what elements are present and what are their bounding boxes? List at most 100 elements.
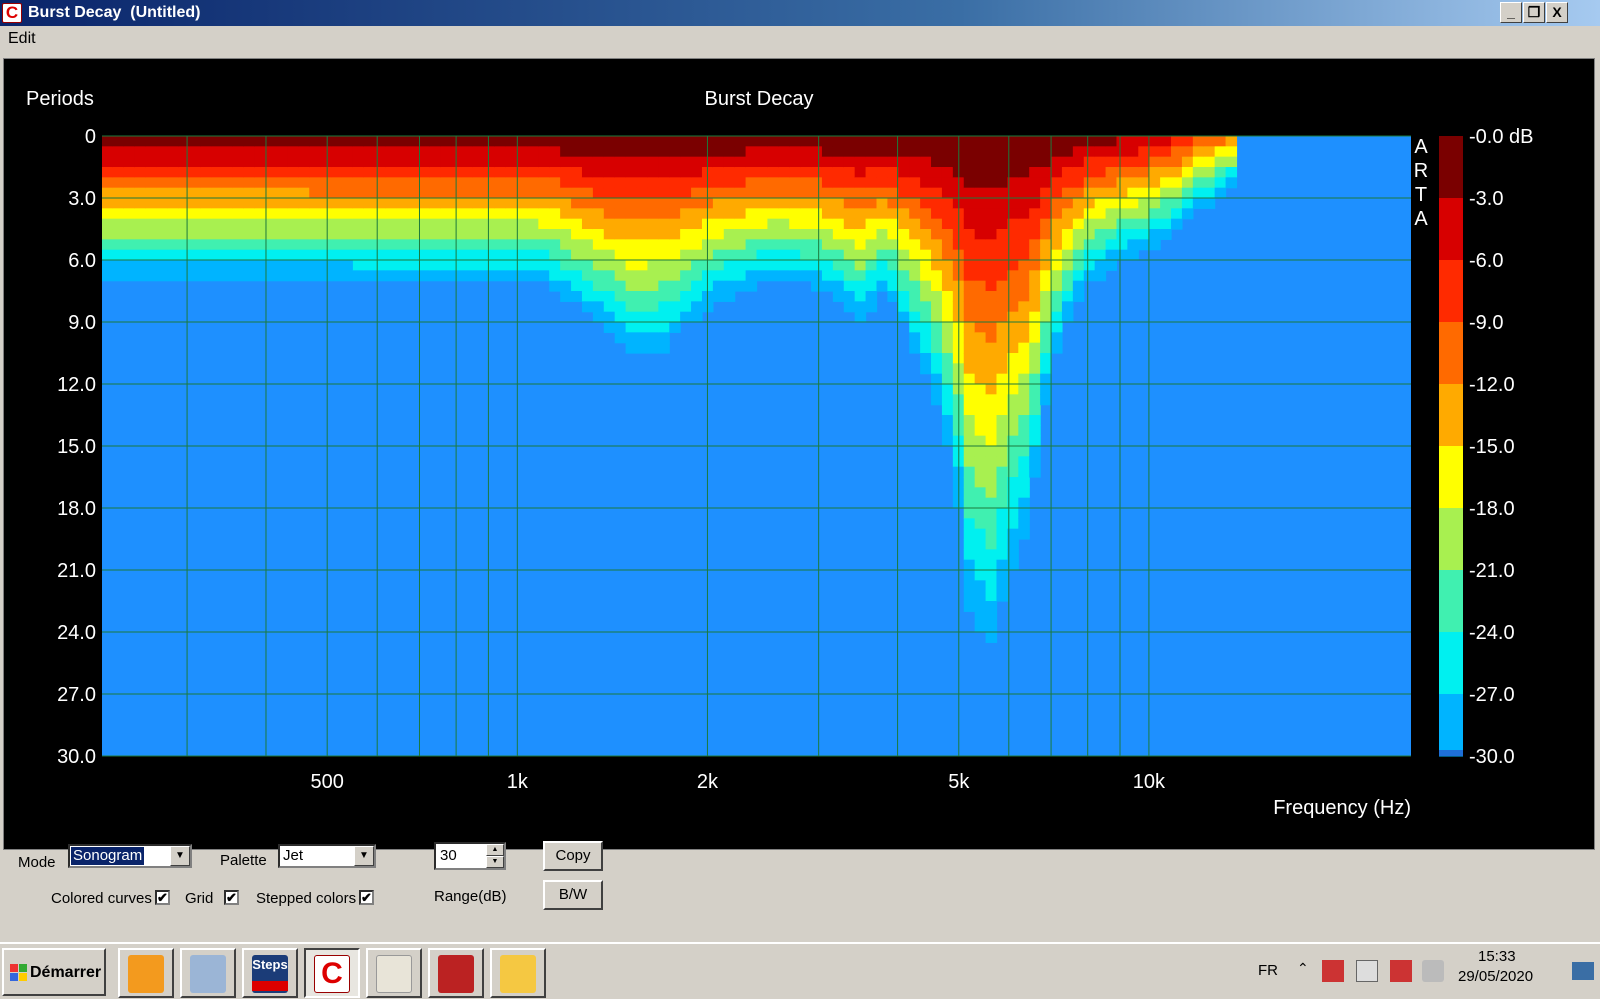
sonogram-cell bbox=[560, 218, 572, 230]
network-icon[interactable] bbox=[1322, 960, 1344, 982]
taskbar-arta[interactable]: C bbox=[304, 948, 360, 998]
sonogram-cell bbox=[1105, 187, 1118, 199]
sonogram-cell bbox=[1061, 146, 1074, 158]
sonogram-cell bbox=[112, 208, 125, 220]
sonogram-cell bbox=[592, 198, 605, 209]
sonogram-cell bbox=[211, 239, 223, 251]
sonogram-cell bbox=[985, 466, 998, 478]
sonogram-cell bbox=[1105, 167, 1118, 178]
sonogram-cell bbox=[647, 239, 659, 251]
chevron-up-icon[interactable]: ⌃ bbox=[1297, 960, 1309, 977]
sonogram-cell bbox=[756, 156, 769, 168]
sonogram-cell bbox=[996, 239, 1008, 251]
sonogram-cell bbox=[167, 229, 179, 240]
sonogram-cell bbox=[1029, 311, 1041, 323]
bw-button[interactable]: B/W bbox=[543, 880, 603, 910]
sonogram-cell bbox=[1040, 332, 1052, 344]
chevron-down-icon[interactable]: ▼ bbox=[170, 846, 190, 866]
sonogram-cell bbox=[505, 239, 518, 251]
sonogram-cell bbox=[189, 156, 201, 168]
spin-down-icon[interactable]: ▼ bbox=[486, 856, 504, 868]
sonogram-cell bbox=[1040, 384, 1052, 395]
range-stepper[interactable]: 30 ▲ ▼ bbox=[434, 842, 506, 870]
calculator-icon bbox=[190, 955, 226, 993]
sonogram-cell bbox=[625, 198, 638, 209]
sonogram-cell bbox=[941, 198, 954, 209]
sonogram-cell bbox=[385, 156, 398, 168]
sonogram-cell bbox=[287, 198, 299, 209]
sonogram-cell bbox=[483, 260, 496, 271]
sonogram-cell bbox=[483, 239, 496, 251]
clock-time[interactable]: 15:33 bbox=[1478, 948, 1516, 965]
sonogram-cell bbox=[821, 177, 834, 189]
sonogram-cell bbox=[963, 590, 976, 602]
flag-icon[interactable] bbox=[1356, 960, 1378, 982]
sonogram-cell bbox=[505, 229, 518, 240]
sonogram-cell bbox=[1138, 136, 1150, 147]
sonogram-cell bbox=[909, 239, 921, 251]
sonogram-cell bbox=[625, 280, 638, 292]
taskbar-media-player[interactable] bbox=[118, 948, 174, 998]
sonogram-cell bbox=[898, 146, 910, 158]
sonogram-cell bbox=[723, 177, 736, 189]
sonogram-cell bbox=[472, 270, 485, 282]
sonogram-cell bbox=[658, 167, 670, 178]
sonogram-cell bbox=[691, 167, 703, 178]
sonogram-cell bbox=[200, 229, 212, 240]
sonogram-cell bbox=[112, 229, 125, 240]
sonogram-cell bbox=[1018, 249, 1030, 261]
sonogram-cell bbox=[200, 249, 212, 261]
sonogram-cell bbox=[1138, 187, 1150, 199]
spin-up-icon[interactable]: ▲ bbox=[486, 844, 504, 856]
sonogram-cell bbox=[985, 353, 998, 364]
colorbar-segment bbox=[1439, 570, 1463, 633]
show-desktop-icon[interactable] bbox=[1572, 962, 1594, 980]
taskbar-explorer[interactable] bbox=[490, 948, 546, 998]
sonogram-cell bbox=[560, 280, 572, 292]
taskbar-steps[interactable]: Steps bbox=[242, 948, 298, 998]
sonogram-cell bbox=[625, 291, 638, 302]
clock-date[interactable]: 29/05/2020 bbox=[1458, 968, 1533, 985]
sonogram-cell bbox=[931, 218, 943, 230]
restore-button[interactable]: ❐ bbox=[1523, 2, 1545, 23]
sonogram-cell bbox=[778, 198, 790, 209]
colored-curves-checkbox[interactable]: ✔ bbox=[155, 890, 170, 905]
colorbar-label: -15.0 bbox=[1469, 436, 1515, 458]
sonogram-cell bbox=[440, 167, 452, 178]
language-indicator[interactable]: FR bbox=[1258, 962, 1278, 979]
grid-checkbox[interactable]: ✔ bbox=[224, 890, 239, 905]
sonogram-cell bbox=[963, 218, 976, 230]
close-button[interactable]: X bbox=[1546, 2, 1568, 23]
taskbar-calculator[interactable] bbox=[180, 948, 236, 998]
chevron-down-icon[interactable]: ▼ bbox=[354, 846, 374, 866]
sonogram-cell bbox=[854, 167, 867, 178]
sonogram-cell bbox=[832, 167, 845, 178]
sonogram-cell bbox=[1171, 177, 1183, 189]
sonogram-cell bbox=[625, 136, 638, 147]
sonogram-cell bbox=[636, 177, 649, 189]
sonogram-cell bbox=[669, 291, 681, 302]
sonogram-cell bbox=[1029, 177, 1041, 189]
palette-select[interactable]: Jet ▼ bbox=[278, 844, 376, 868]
stepped-colors-checkbox[interactable]: ✔ bbox=[359, 890, 374, 905]
sonogram-cell bbox=[996, 456, 1008, 468]
start-button[interactable]: Démarrer bbox=[2, 948, 106, 996]
minimize-button[interactable]: _ bbox=[1500, 2, 1522, 23]
sonogram-cell bbox=[963, 187, 976, 199]
mode-select[interactable]: Sonogram ▼ bbox=[68, 844, 192, 868]
sonogram-cell bbox=[134, 177, 147, 189]
power-icon[interactable] bbox=[1390, 960, 1412, 982]
sonogram-cell bbox=[680, 260, 692, 271]
menu-edit[interactable]: Edit bbox=[8, 30, 36, 48]
sonogram-cell bbox=[1083, 229, 1096, 240]
sonogram-cell bbox=[974, 621, 987, 633]
sonogram-cell bbox=[680, 291, 692, 302]
speaker-icon[interactable] bbox=[1422, 960, 1444, 982]
copy-button[interactable]: Copy bbox=[543, 841, 603, 871]
sonogram-cell bbox=[985, 539, 998, 550]
plot-svg: Burst DecayPeriodsFrequency (Hz)03.06.09… bbox=[26, 88, 1533, 819]
taskbar-impedance[interactable] bbox=[366, 948, 422, 998]
taskbar-limp[interactable] bbox=[428, 948, 484, 998]
sonogram-cell bbox=[909, 322, 921, 333]
sonogram-cell bbox=[287, 229, 299, 240]
